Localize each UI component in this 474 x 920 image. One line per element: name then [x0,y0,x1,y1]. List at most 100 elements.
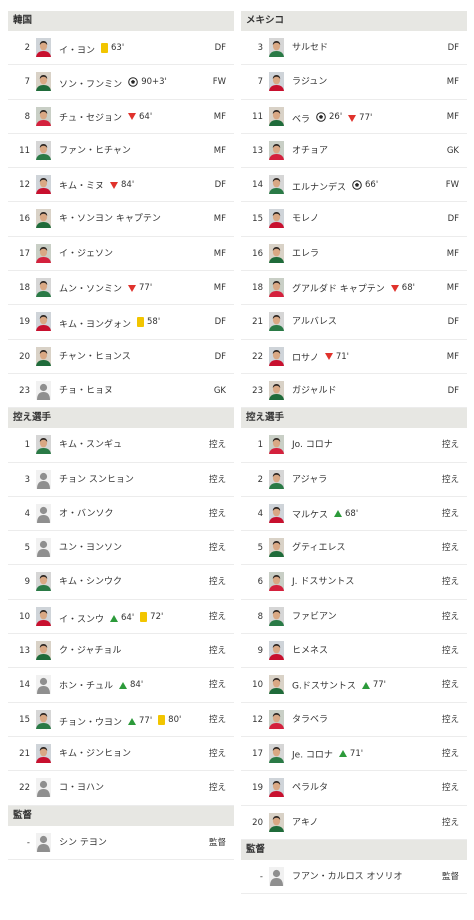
section-header: 控え選手 [8,408,234,429]
player-name-text: チョン・ウヨン [59,717,123,728]
player-name[interactable]: グアルダド キャプテン 68' [292,271,415,307]
player-name[interactable]: アキノ [292,806,318,840]
player-name[interactable]: アルバレス [292,305,337,339]
player-name[interactable]: キム・スンギュ [59,428,122,462]
player-name[interactable]: タラベラ [292,703,328,737]
player-name[interactable]: ベラ 26' 77' [292,100,372,137]
position-label: 控え [208,611,226,622]
player-name[interactable]: ロサノ 71' [292,340,349,376]
player-name-text: ガジャルド [292,385,337,396]
player-name-text: ヒメネス [292,646,329,657]
player-name[interactable]: ク・ジャチョル [59,634,121,668]
shirt-number: 9 [257,646,263,657]
position-label: 控え [208,748,226,759]
player-photo [36,140,51,160]
silhouette-icon [36,503,51,523]
player-name-text: オチョア [292,145,329,156]
player-name[interactable]: イ・ジェソン [59,237,113,271]
player-name[interactable]: キム・ヨングォン 58' [59,305,160,342]
player-name[interactable]: オチョア [292,134,328,168]
player-name-text: ロサノ [292,353,319,364]
player-name[interactable]: Je. コロナ 71' [292,737,363,773]
player-name[interactable]: モレノ [292,202,319,236]
player-name[interactable]: ファン・ヒチャン [59,134,131,168]
player-name[interactable]: コ・ヨハン [59,771,104,805]
sub-in-icon [128,717,137,725]
position-label: 控え [441,474,459,485]
player-name[interactable]: チャン・ヒョンス [59,340,131,374]
player-name[interactable]: マルケス 68' [292,497,358,533]
position-label: 控え [441,543,459,554]
position-label: 控え [208,646,226,657]
section-header: 監督 [8,805,234,826]
player-name[interactable]: ムン・ソンミン 77' [59,271,152,307]
player-name-text: ユン・ヨンソン [59,543,123,554]
shirt-number: 22 [252,351,263,362]
player-name[interactable]: イ・ヨン 63' [59,31,124,68]
shirt-number: 16 [252,248,263,259]
player-name[interactable]: アジャラ [292,463,327,497]
player-name[interactable]: フアン・カルロス オソリオ [292,860,403,894]
position-label: 控え [208,783,226,794]
player-name[interactable]: ガジャルド [292,374,337,408]
player-row: 10 イ・スンウ 64' 72' 控え [8,600,234,637]
player-name[interactable]: ヒメネス [292,634,328,668]
player-name[interactable]: キ・ソンヨン キャプテン [59,202,161,236]
player-photo [269,209,284,229]
shirt-number: 22 [19,783,30,794]
player-photo [36,346,51,366]
event-minute: 58' [147,317,161,328]
player-name-text: キム・ヨングォン [59,320,132,331]
player-name[interactable]: オ・バンソク [59,497,113,531]
position-label: MF [213,111,226,122]
player-name[interactable]: キム・シンウク [59,565,122,599]
match-event: 68' [390,271,415,305]
player-name[interactable]: Jo. コロナ [292,428,333,462]
player-name[interactable]: キム・ジンヒョン [59,737,131,771]
sub-out-icon [110,181,119,189]
shirt-number: 1 [257,440,263,451]
player-photo [36,312,51,332]
player-name[interactable]: チョ・ヒョヌ [59,374,113,408]
player-name[interactable]: ペラルタ [292,771,328,805]
player-photo [36,175,51,195]
match-event: 84' [119,668,143,702]
player-name[interactable]: シン テヨン [59,826,107,860]
player-row: 15 チョン・ウヨン 77' 80' 控え [8,703,234,737]
player-row: 23 ガジャルド DF [241,374,467,409]
player-name[interactable]: ユン・ヨンソン [59,531,122,565]
player-name-text: サルセド [292,43,329,53]
player-photo [269,435,284,455]
silhouette-icon [36,469,51,489]
player-name[interactable]: ホン・チュル 84' [59,668,143,704]
player-name[interactable]: ファビアン [292,600,337,634]
player-name-text: ラジュン [292,77,328,88]
player-name-text: キム・ジンヒョン [59,748,132,759]
position-label: DF [214,317,226,328]
player-name[interactable]: チョン スンヒョン [59,463,134,497]
player-name-text: J. ドスサントス [292,577,355,588]
position-label: 控え [208,577,226,588]
player-name[interactable]: チョン・ウヨン 77' 80' [59,703,181,740]
player-name[interactable]: ソン・フンミン 90+3' [59,65,167,102]
player-row: 17 Je. コロナ 71' 控え [241,737,467,773]
player-name[interactable]: G.ドスサントス 77' [292,668,386,704]
player-name[interactable]: イ・スンウ 64' 72' [59,600,163,637]
event-minute: 77' [139,283,153,294]
position-label: 控え [208,714,226,725]
event-minute: 64' [139,111,153,122]
player-name[interactable]: エルナンデス 66' [292,168,378,205]
player-name[interactable]: チュ・セジョン 64' [59,100,152,136]
player-name[interactable]: J. ドスサントス [292,565,354,599]
player-name[interactable]: ラジュン [292,65,327,99]
position-label: DF [447,214,459,225]
match-event: 64' [110,601,134,635]
event-minute: 80' [168,714,182,725]
section-header: メキシコ [241,11,467,31]
player-name[interactable]: キム・ミヌ 84' [59,168,134,204]
player-name[interactable]: エレラ [292,237,319,271]
player-row: 13 ク・ジャチョル 控え [8,634,234,669]
player-name[interactable]: グティエレス [292,531,345,565]
player-name-text: ホン・チュル [59,681,114,692]
player-name[interactable]: サルセド [292,31,328,65]
